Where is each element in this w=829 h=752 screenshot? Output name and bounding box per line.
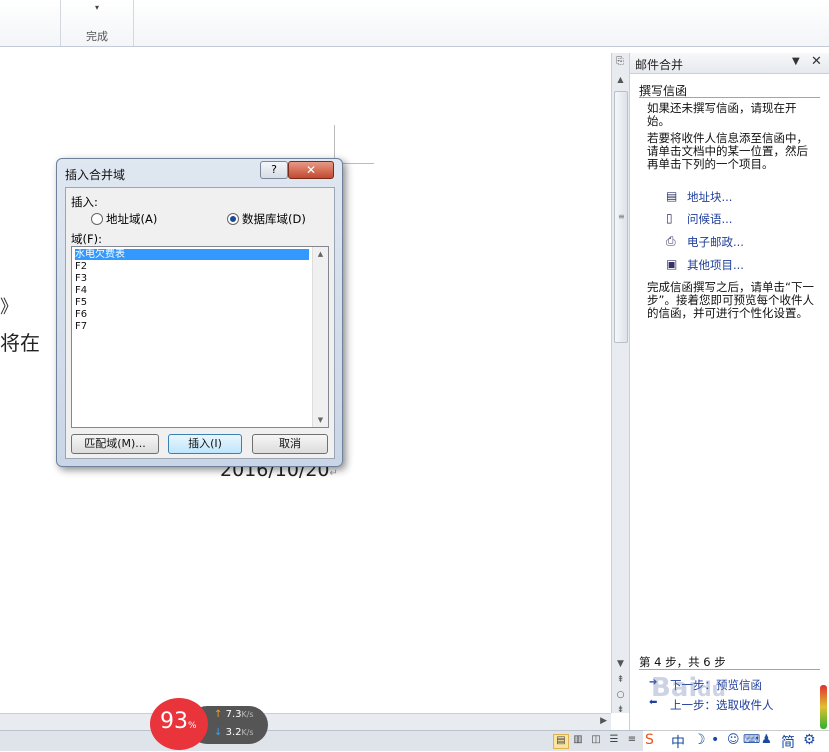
pane-title: 邮件合并 — [635, 58, 684, 72]
watermark-logo: Baidu — [651, 673, 726, 703]
list-item[interactable]: F2 — [75, 261, 309, 272]
download-arrow-icon: ↓ — [214, 727, 223, 738]
address-fields-label[interactable]: 地址域(A) — [106, 211, 157, 227]
step-divider — [639, 669, 820, 670]
fields-label: 域(F): — [71, 232, 102, 246]
pane-instructions: 若要将收件人信息添至信函中，请单击文档中的某一位置，然后再单击下列的一个项目。 — [647, 131, 808, 171]
web-layout-view-icon[interactable]: ◫ — [589, 734, 603, 747]
section-divider — [639, 97, 820, 98]
address-fields-radio[interactable] — [91, 213, 103, 225]
list-item[interactable]: F5 — [75, 297, 309, 308]
previous-page-icon[interactable]: ⇞ — [612, 675, 629, 685]
finish-group-label: 完成 — [86, 30, 108, 43]
more-items-link[interactable]: 其他项目... — [687, 257, 744, 273]
dialog-body: 插入: 地址域(A) 数据库域(D) 域(F): 水电欠费表 F2 F3 F4 … — [65, 187, 335, 459]
address-block-link[interactable]: 地址块... — [687, 189, 732, 205]
address-block-icon: ▤ — [666, 189, 678, 203]
upload-speed: ↑ 7.3K/s — [214, 709, 254, 720]
network-speed-widget[interactable]: 93% ↑ 7.3K/s ↓ 3.2K/s — [150, 698, 268, 750]
insert-label: 插入: — [71, 195, 98, 209]
list-item[interactable]: F4 — [75, 285, 309, 296]
moon-icon[interactable]: ☽ — [693, 732, 706, 748]
simplified-chinese-toggle[interactable]: 简 — [781, 732, 795, 752]
punctuation-icon[interactable]: • — [711, 732, 719, 748]
list-scroll-up-icon[interactable]: ▲ — [313, 250, 328, 258]
print-layout-view-icon[interactable]: ▤ — [553, 734, 569, 749]
ime-mode-toggle[interactable]: 中 — [671, 732, 685, 752]
ime-toolbar: S 中 ☽ • ☺ ⌨ ♟ 简 ⚙ — [643, 730, 829, 751]
document-text-fragment: 》 — [0, 297, 18, 318]
list-item[interactable]: F6 — [75, 309, 309, 320]
pane-header: 邮件合并 ▼ ✕ — [630, 53, 829, 74]
scroll-thumb[interactable]: ≡ — [614, 91, 628, 343]
greeting-line-icon: ▯ — [666, 211, 673, 225]
scroll-down-arrow-icon[interactable]: ▼ — [612, 659, 629, 669]
scroll-up-arrow-icon[interactable]: ▲ — [612, 75, 629, 84]
next-page-icon[interactable]: ⇟ — [612, 705, 629, 715]
list-item[interactable]: 水电欠费表 — [74, 248, 310, 261]
help-button[interactable]: ? — [260, 161, 288, 179]
mail-merge-pane: 邮件合并 ▼ ✕ 撰写信函 如果还未撰写信函，请现在开始。 若要将收件人信息添至… — [629, 53, 829, 730]
document-text-fragment: 将在 — [0, 331, 40, 355]
list-item[interactable]: F7 — [75, 321, 309, 332]
electronic-postage-link[interactable]: 电子邮政... — [687, 234, 744, 250]
scroll-right-arrow-icon[interactable]: ▶ — [600, 716, 607, 726]
list-scroll-down-icon[interactable]: ▼ — [313, 416, 328, 424]
pane-close-icon[interactable]: ✕ — [811, 54, 822, 69]
greeting-line-link[interactable]: 问候语... — [687, 211, 732, 227]
dialog-title: 插入合并域 — [65, 168, 126, 182]
database-fields-radio[interactable] — [227, 213, 239, 225]
step-indicator: 第 4 步，共 6 步 — [639, 655, 726, 669]
more-items-icon: ▣ — [666, 257, 678, 271]
pane-instructions: 如果还未撰写信函，请现在开始。 — [647, 101, 797, 128]
horizontal-scrollbar[interactable]: ▶ — [0, 713, 611, 731]
memory-percent: 93% — [160, 709, 197, 734]
crop-mark — [334, 125, 335, 159]
cancel-button[interactable]: 取消 — [252, 434, 328, 454]
ribbon: ▾ 完成 — [0, 0, 829, 47]
upload-arrow-icon: ↑ — [214, 709, 223, 720]
list-item[interactable]: F3 — [75, 273, 309, 284]
full-screen-reading-view-icon[interactable]: ▥ — [571, 734, 585, 747]
electronic-postage-icon: ⎙ — [666, 234, 676, 248]
draft-view-icon[interactable]: ≡ — [625, 734, 639, 747]
download-speed: ↓ 3.2K/s — [214, 727, 254, 738]
gear-icon[interactable]: ⚙ — [803, 732, 816, 748]
finish-group[interactable]: ▾ 完成 — [60, 0, 134, 46]
sogou-logo-icon[interactable]: S — [645, 732, 654, 748]
user-icon[interactable]: ♟ — [761, 732, 772, 746]
ruler-toggle-icon[interactable]: ⎘ — [613, 56, 627, 70]
insert-button[interactable]: 插入(I) — [168, 434, 242, 454]
list-scrollbar[interactable]: ▲ ▼ — [312, 247, 328, 427]
fields-listbox[interactable]: 水电欠费表 F2 F3 F4 F5 F6 F7 ▲ ▼ — [71, 246, 329, 428]
match-fields-button[interactable]: 匹配域(M)... — [71, 434, 159, 454]
smiley-icon[interactable]: ☺ — [727, 732, 740, 746]
crop-mark — [340, 163, 374, 164]
outline-view-icon[interactable]: ☰ — [607, 734, 621, 747]
database-fields-label[interactable]: 数据库域(D) — [242, 211, 306, 227]
keyboard-icon[interactable]: ⌨ — [743, 732, 760, 746]
close-button[interactable]: ✕ — [288, 161, 334, 179]
vertical-scrollbar[interactable]: ⎘ ▲ ≡ ▼ ⇞ ○ ⇟ — [611, 53, 629, 715]
finish-dropdown-arrow[interactable]: ▾ — [61, 3, 133, 12]
browse-object-icon[interactable]: ○ — [612, 690, 629, 700]
pane-options-dropdown-icon[interactable]: ▼ — [792, 56, 800, 67]
pane-instructions: 完成信函撰写之后，请单击“下一步”。接着您即可预览每个收件人的信函，并可进行个性… — [647, 280, 814, 320]
paragraph-mark-icon: ↵ — [329, 468, 338, 479]
grip-icon: ≡ — [618, 212, 625, 221]
level-meter — [820, 685, 827, 729]
insert-merge-field-dialog: 插入合并域 ? ✕ 插入: 地址域(A) 数据库域(D) 域(F): 水电欠费表… — [56, 158, 343, 467]
